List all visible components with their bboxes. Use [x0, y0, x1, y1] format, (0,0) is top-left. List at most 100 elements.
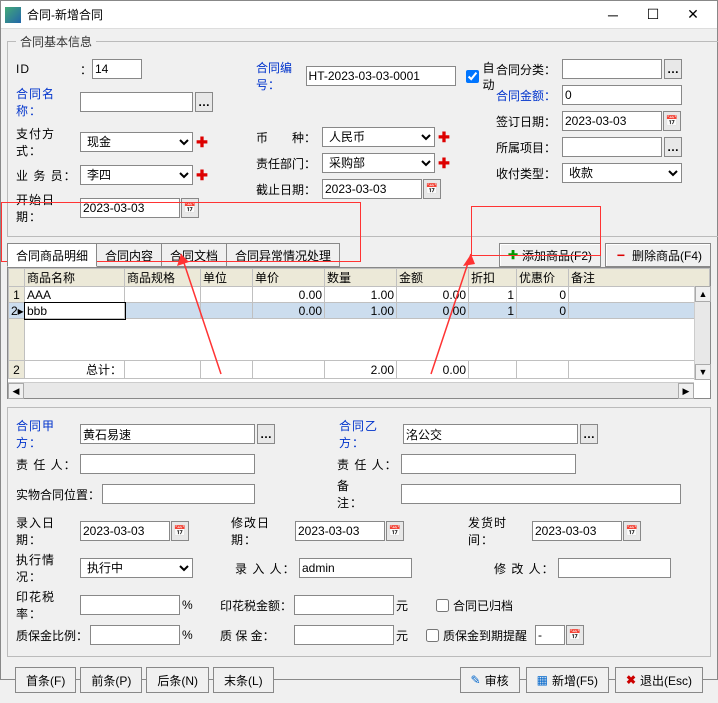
- deposit-rate-input[interactable]: [90, 625, 180, 645]
- category-lookup[interactable]: …: [664, 59, 682, 79]
- start-date-label: 开始日期：: [16, 191, 78, 225]
- deposit-remind-checkbox-wrap[interactable]: 质保金到期提醒: [426, 627, 527, 644]
- mod-date-label: 修改日期：: [231, 514, 293, 548]
- category-input[interactable]: [562, 59, 662, 79]
- contract-no-input[interactable]: [306, 66, 456, 86]
- product-grid[interactable]: 商品名称商品规格单位 单价数量金额 折扣优惠价备注 1 AAA 0.001.00…: [7, 267, 711, 399]
- entry-date-input[interactable]: [80, 521, 170, 541]
- ship-date-picker-icon[interactable]: 📅: [623, 521, 641, 541]
- deposit-input[interactable]: [294, 625, 394, 645]
- tab-content[interactable]: 合同内容: [96, 243, 162, 267]
- party-b-input[interactable]: [403, 424, 578, 444]
- grid-scrollbar-v[interactable]: ▲ ▼: [694, 286, 710, 380]
- archived-label: 合同已归档: [453, 597, 513, 614]
- end-date-picker-icon[interactable]: 📅: [423, 179, 441, 199]
- tab-documents[interactable]: 合同文档: [161, 243, 227, 267]
- amount-label: 合同金额：: [496, 87, 560, 104]
- pay-method-select[interactable]: 现金: [80, 132, 193, 152]
- mod-date-input[interactable]: [295, 521, 385, 541]
- first-button[interactable]: 首条(F): [15, 667, 76, 693]
- add-product-button[interactable]: ✚ 添加商品(F2): [499, 243, 601, 267]
- next-button[interactable]: 后条(N): [146, 667, 209, 693]
- ship-date-input[interactable]: [532, 521, 622, 541]
- exec-status-select[interactable]: 执行中: [80, 558, 193, 578]
- tab-exceptions[interactable]: 合同异常情况处理: [226, 243, 340, 267]
- currency-add-icon[interactable]: ✚: [437, 129, 451, 146]
- total-row: 2 总计： 2.000.00: [9, 361, 710, 379]
- project-lookup[interactable]: …: [664, 137, 682, 157]
- location-input[interactable]: [102, 484, 255, 504]
- currency-select[interactable]: 人民币: [322, 127, 435, 147]
- new-button[interactable]: ▦新增(F5): [526, 667, 609, 693]
- archived-checkbox[interactable]: [436, 599, 449, 612]
- entry-user-label: 录 入 人：: [235, 560, 297, 577]
- delete-product-button[interactable]: − 删除商品(F4): [605, 243, 711, 267]
- party-b-lookup[interactable]: …: [580, 424, 598, 444]
- id-input[interactable]: [92, 59, 142, 79]
- party-a-label: 合同甲方：: [16, 417, 78, 451]
- receive-type-label: 收付类型：: [496, 165, 560, 182]
- tab-product-detail[interactable]: 合同商品明细: [7, 243, 97, 267]
- salesman-add-icon[interactable]: ✚: [195, 167, 209, 184]
- mod-date-picker-icon[interactable]: 📅: [386, 521, 404, 541]
- percent-label: %: [182, 598, 196, 612]
- minimize-button[interactable]: ─: [593, 1, 633, 29]
- auto-checkbox-wrap[interactable]: 自动: [466, 59, 496, 93]
- start-date-input[interactable]: [80, 198, 180, 218]
- salesman-select[interactable]: 李四: [80, 165, 193, 185]
- party-fieldset: 合同甲方： … 合同乙方： … 责 任 人： 责 任 人： 实物合同位置： 备 …: [7, 407, 711, 657]
- minus-icon: −: [614, 247, 628, 263]
- stamp-amount-input[interactable]: [294, 595, 394, 615]
- sign-date-input[interactable]: [562, 111, 662, 131]
- dept-select[interactable]: 采购部: [322, 153, 435, 173]
- audit-button[interactable]: ✎审核: [460, 667, 520, 693]
- auto-checkbox[interactable]: [466, 70, 479, 83]
- deposit-label: 质 保 金：: [220, 627, 292, 644]
- entry-date-picker-icon[interactable]: 📅: [171, 521, 189, 541]
- contract-name-label: 合同名称：: [16, 85, 78, 119]
- deposit-remind-picker-icon[interactable]: 📅: [566, 625, 584, 645]
- scroll-right-icon[interactable]: ▶: [678, 383, 694, 399]
- pay-method-add-icon[interactable]: ✚: [195, 134, 209, 151]
- contract-name-input[interactable]: [80, 92, 193, 112]
- amount-input[interactable]: [562, 85, 682, 105]
- resp-a-input[interactable]: [80, 454, 255, 474]
- table-row[interactable]: 2▸ bbb 0.001.000.00 10: [9, 303, 710, 319]
- yuan-label: 元: [396, 597, 410, 614]
- exec-status-label: 执行情况：: [16, 551, 78, 585]
- contract-name-lookup[interactable]: …: [195, 92, 213, 112]
- deposit-remind-checkbox[interactable]: [426, 629, 439, 642]
- new-icon: ▦: [537, 673, 548, 687]
- contract-no-label: 合同编号：: [256, 59, 304, 93]
- end-date-input[interactable]: [322, 179, 422, 199]
- deposit-rate-label: 质保金比例：: [16, 627, 88, 644]
- party-a-input[interactable]: [80, 424, 255, 444]
- mod-user-label: 修 改 人：: [494, 560, 556, 577]
- dept-add-icon[interactable]: ✚: [437, 155, 451, 172]
- grid-scrollbar-h[interactable]: ◀ ▶: [8, 382, 694, 398]
- dept-label: 责任部门：: [256, 155, 320, 172]
- scroll-up-icon[interactable]: ▲: [695, 286, 711, 302]
- maximize-button[interactable]: ☐: [633, 1, 673, 29]
- scroll-down-icon[interactable]: ▼: [695, 364, 711, 380]
- remark-input[interactable]: [401, 484, 681, 504]
- table-row[interactable]: 1 AAA 0.001.000.00 10: [9, 287, 710, 303]
- last-button[interactable]: 末条(L): [213, 667, 274, 693]
- receive-type-select[interactable]: 收款: [562, 163, 682, 183]
- entry-user-input[interactable]: [299, 558, 412, 578]
- stamp-rate-input[interactable]: [80, 595, 180, 615]
- project-input[interactable]: [562, 137, 662, 157]
- grid-header: 商品名称商品规格单位 单价数量金额 折扣优惠价备注: [9, 269, 710, 287]
- party-a-lookup[interactable]: …: [257, 424, 275, 444]
- resp-b-input[interactable]: [401, 454, 576, 474]
- start-date-picker-icon[interactable]: 📅: [181, 198, 199, 218]
- mod-user-input[interactable]: [558, 558, 671, 578]
- scroll-left-icon[interactable]: ◀: [8, 383, 24, 399]
- archived-checkbox-wrap[interactable]: 合同已归档: [436, 597, 513, 614]
- deposit-remind-value[interactable]: [535, 625, 565, 645]
- deposit-remind-label: 质保金到期提醒: [443, 627, 527, 644]
- prev-button[interactable]: 前条(P): [80, 667, 142, 693]
- close-button[interactable]: ✕: [673, 1, 713, 29]
- sign-date-picker-icon[interactable]: 📅: [663, 111, 681, 131]
- exit-button[interactable]: ✖退出(Esc): [615, 667, 703, 693]
